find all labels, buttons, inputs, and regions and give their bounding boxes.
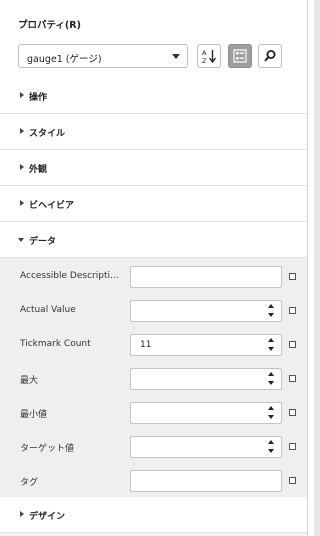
panel-title: プロパティ(R): [18, 20, 81, 31]
property-label: タグ: [20, 478, 39, 488]
property-row: 最小値: [0, 396, 307, 430]
property-label: Actual Value: [20, 305, 76, 315]
property-checkbox[interactable]: [289, 307, 296, 314]
section-data[interactable]: データ: [0, 222, 307, 258]
actual-value-field[interactable]: [130, 300, 282, 322]
chevron-down-icon: [172, 54, 180, 59]
chevron-right-icon: [20, 511, 24, 517]
spinner-icon[interactable]: [268, 304, 276, 318]
scrollbar-track[interactable]: [308, 0, 314, 536]
categorized-icon: [233, 49, 247, 63]
property-row: Accessible Descripti...: [0, 260, 307, 294]
spinner-icon[interactable]: [268, 372, 276, 386]
field-value: 11: [140, 340, 152, 350]
chevron-down-icon: [18, 238, 24, 242]
property-row: Actual Value: [0, 294, 307, 328]
properties-panel: プロパティ(R) gauge1 (ゲージ) A Z 操作 スタイル 外観 ビヘイ…: [0, 0, 308, 536]
chevron-right-icon: [20, 92, 24, 98]
tickmark-count-field[interactable]: 11: [130, 334, 282, 356]
tag-field[interactable]: [130, 470, 282, 492]
object-selector-value: gauge1 (ゲージ): [27, 54, 102, 65]
section-operations[interactable]: 操作: [0, 78, 307, 114]
property-search-button[interactable]: [258, 44, 282, 68]
property-label: Tickmark Count: [20, 339, 91, 349]
section-label: デザイン: [29, 512, 66, 522]
section-label: 外観: [29, 165, 48, 175]
property-label: 最小値: [20, 410, 48, 420]
panel-header: プロパティ(R) gauge1 (ゲージ) A Z: [0, 0, 307, 87]
property-checkbox[interactable]: [289, 477, 296, 484]
property-label: Accessible Descripti...: [20, 271, 119, 281]
sort-az-icon: A Z: [202, 49, 217, 64]
chevron-right-icon: [20, 128, 24, 134]
property-label: ターゲット値: [20, 444, 75, 454]
section-style[interactable]: スタイル: [0, 114, 307, 150]
property-label: 最大: [20, 376, 39, 386]
svg-text:A: A: [202, 49, 207, 57]
chevron-right-icon: [20, 200, 24, 206]
section-appearance[interactable]: 外観: [0, 150, 307, 186]
spinner-icon[interactable]: [268, 338, 276, 352]
property-row: 最大: [0, 362, 307, 396]
maximum-field[interactable]: [130, 368, 282, 390]
svg-text:Z: Z: [202, 57, 207, 64]
categorized-view-button[interactable]: [228, 44, 252, 68]
spinner-icon[interactable]: [268, 406, 276, 420]
sort-alphabetical-button[interactable]: A Z: [197, 44, 221, 68]
minimum-field[interactable]: [130, 402, 282, 424]
data-properties: Accessible Descripti... Actual Value Tic…: [0, 258, 307, 497]
section-label: データ: [29, 237, 57, 247]
property-checkbox[interactable]: [289, 375, 296, 382]
property-checkbox[interactable]: [289, 443, 296, 450]
property-row: タグ: [0, 464, 307, 498]
chevron-right-icon: [20, 164, 24, 170]
section-label: 操作: [29, 93, 48, 103]
accessible-description-field[interactable]: [130, 266, 282, 288]
property-checkbox[interactable]: [289, 273, 296, 280]
section-design[interactable]: デザイン: [0, 497, 307, 533]
section-label: スタイル: [29, 129, 66, 139]
property-row: Tickmark Count 11: [0, 328, 307, 362]
spinner-icon[interactable]: [268, 440, 276, 454]
object-selector[interactable]: gauge1 (ゲージ): [18, 44, 188, 68]
search-icon: [264, 50, 276, 62]
section-label: ビヘイビア: [29, 201, 75, 211]
section-behavior[interactable]: ビヘイビア: [0, 186, 307, 222]
property-checkbox[interactable]: [289, 341, 296, 348]
property-row: ターゲット値: [0, 430, 307, 464]
target-value-field[interactable]: [130, 436, 282, 458]
property-checkbox[interactable]: [289, 409, 296, 416]
